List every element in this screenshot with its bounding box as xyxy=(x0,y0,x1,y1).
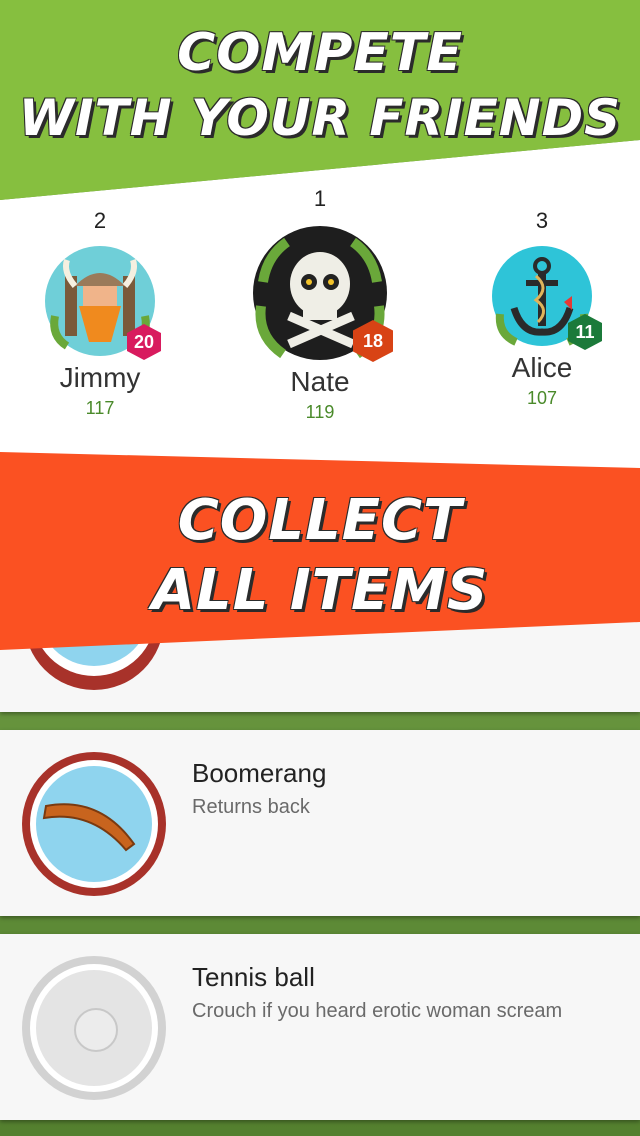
compete-banner-line2: with your friends xyxy=(18,89,622,147)
boomerang-icon xyxy=(22,752,166,896)
player-name: Jimmy xyxy=(59,362,141,393)
player-rank: 3 xyxy=(535,208,549,233)
player-name: Nate xyxy=(290,366,350,397)
player-score: 117 xyxy=(85,398,115,418)
player-rank: 1 xyxy=(313,186,327,211)
player-score: 107 xyxy=(526,388,558,408)
leaderboard-player-2[interactable]: 2 20 Jimmy 117 xyxy=(0,208,200,419)
item-card-boomerang[interactable]: Boomerang Returns back xyxy=(0,730,640,916)
collect-banner-line2: all items xyxy=(151,558,489,623)
viking-icon: 20 xyxy=(45,246,161,360)
item-title: Boomerang xyxy=(192,758,327,788)
skull-icon: 18 xyxy=(253,226,393,362)
player-name: Alice xyxy=(511,352,573,383)
player-rank: 2 xyxy=(93,208,107,233)
item-description: Crouch if you heard erotic woman scream xyxy=(192,1000,563,1022)
player-score: 119 xyxy=(305,402,335,422)
leaderboard-player-3[interactable]: 3 11 Alice 107 xyxy=(442,208,640,409)
item-title: Tennis ball xyxy=(192,962,315,992)
leaderboard-player-1[interactable]: 1 18 Nate 119 xyxy=(220,186,420,423)
compete-banner-line1: Compete xyxy=(177,23,463,83)
item-description: Returns back xyxy=(192,796,310,818)
collect-banner-line1: Collect xyxy=(177,488,463,553)
tennis-ball-icon xyxy=(22,956,166,1100)
item-card-tennis-ball[interactable]: Tennis ball Crouch if you heard erotic w… xyxy=(0,934,640,1120)
anchor-icon: 11 xyxy=(492,246,602,350)
